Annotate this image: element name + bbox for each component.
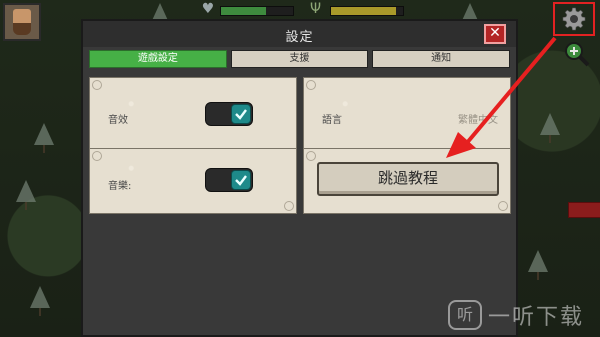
tree (34, 123, 54, 153)
music-toggle[interactable] (205, 168, 253, 192)
gear-icon (562, 7, 586, 31)
skip-tutorial-panel: 跳過教程 (303, 148, 511, 214)
settings-tabs: 遊戲設定 支援 通知 (89, 50, 511, 70)
tree (30, 286, 50, 316)
music-panel: 音樂: (89, 148, 297, 214)
settings-modal: 設定 ✕ 遊戲設定 支援 通知 音效 語言 繁體中文 音樂: 跳過教程 (81, 19, 518, 337)
language-label: 語言 (322, 115, 342, 126)
tab-support[interactable]: 支援 (230, 50, 369, 68)
toggle-knob (231, 104, 251, 124)
skip-tutorial-button[interactable]: 跳過教程 (317, 162, 499, 196)
close-icon[interactable]: ✕ (484, 24, 506, 44)
modal-title: 設定 (285, 30, 314, 45)
avatar-beard (13, 23, 31, 35)
tab-game-settings[interactable]: 遊戲設定 (89, 50, 227, 68)
sound-effects-label: 音效 (108, 115, 128, 126)
music-label: 音樂: (108, 181, 132, 192)
zoom-in-icon[interactable] (563, 40, 591, 68)
fork-icon: Ψ (310, 1, 322, 17)
tree (528, 250, 548, 280)
red-object (568, 202, 600, 218)
watermark-text: 一听下载 (488, 305, 585, 330)
settings-button[interactable] (553, 2, 595, 36)
tree (16, 180, 36, 210)
watermark-logo: 听 (448, 300, 482, 330)
tab-notifications[interactable]: 通知 (372, 50, 511, 68)
modal-header: 設定 ✕ (83, 21, 516, 47)
hunger-bar (330, 6, 404, 16)
watermark: 听 一听下载 (448, 296, 598, 334)
sound-effects-toggle[interactable] (205, 102, 253, 126)
tree (540, 113, 560, 143)
health-bar (220, 6, 294, 16)
toggle-knob (231, 170, 251, 190)
check-icon (235, 109, 247, 120)
check-icon (235, 175, 247, 186)
language-value[interactable]: 繁體中文 (458, 111, 498, 126)
heart-icon: ♥ (201, 1, 215, 17)
hunger-bar-fill (331, 7, 396, 15)
health-bar-fill (221, 7, 266, 15)
player-avatar[interactable] (3, 3, 41, 41)
